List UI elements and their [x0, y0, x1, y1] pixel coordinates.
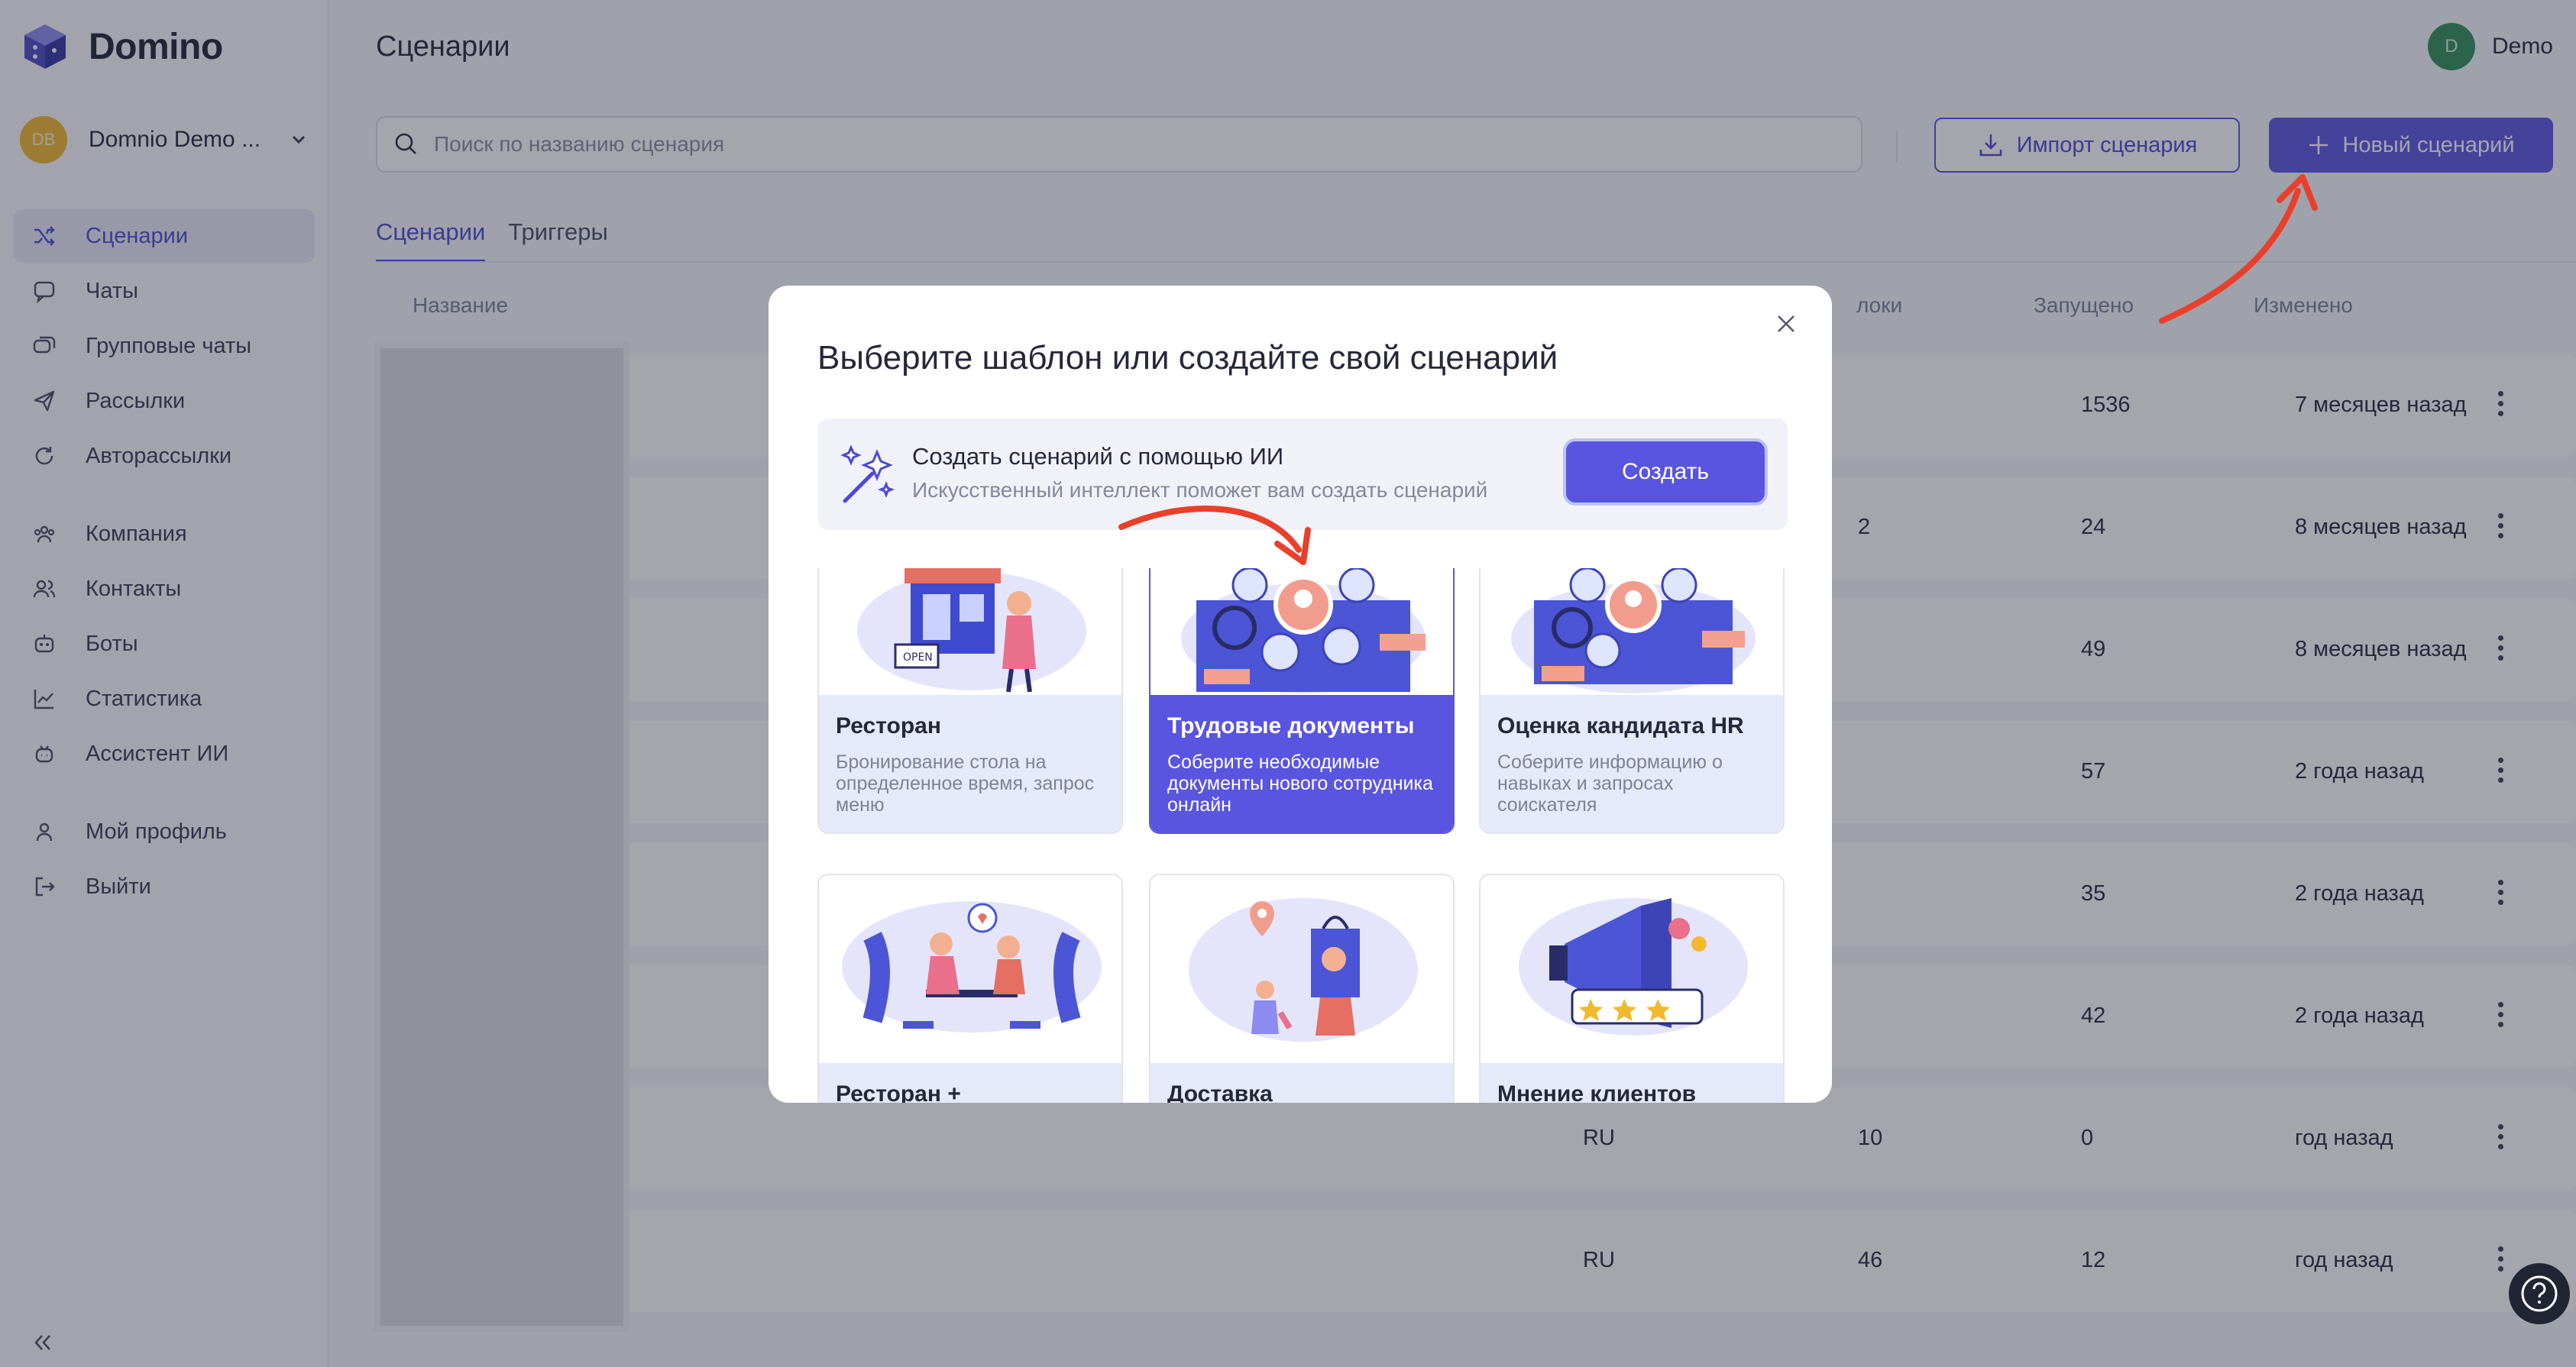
svg-text:OPEN: OPEN: [903, 651, 933, 664]
template-card-body: Трудовые документы Соберите необходимые …: [1150, 695, 1453, 832]
restaurant-illustration: OPEN: [819, 568, 1121, 695]
template-description: Соберите информацию о навыках и запросах…: [1497, 751, 1723, 816]
restaurant-plus-illustration: [819, 875, 1121, 1063]
template-grid: OPEN Ресторан Бронирование стола на опре…: [817, 568, 1788, 1103]
template-card-body: Мнение клиентов: [1481, 1063, 1783, 1103]
employment-documents-illustration: [1150, 568, 1453, 695]
template-card-delivery[interactable]: Доставка: [1149, 874, 1455, 1103]
ai-create-subtitle: Искусственный интеллект поможет вам созд…: [912, 478, 1488, 502]
template-title: Оценка кандидата HR: [1497, 713, 1744, 738]
modal-title: Выберите шаблон или создайте свой сценар…: [817, 339, 1558, 376]
template-card-body: Ресторан Бронирование стола на определен…: [819, 695, 1121, 832]
template-card-body: Оценка кандидата HR Соберите информацию …: [1481, 695, 1783, 832]
template-modal: Выберите шаблон или создайте свой сценар…: [769, 286, 1832, 1103]
template-title: Ресторан: [836, 713, 941, 738]
template-card-restaurant[interactable]: OPEN Ресторан Бронирование стола на опре…: [817, 568, 1123, 834]
help-icon: [2521, 1275, 2558, 1312]
customer-feedback-illustration: [1481, 875, 1783, 1063]
template-title: Мнение клиентов: [1497, 1081, 1697, 1103]
ai-create-title: Создать сценарий с помощью ИИ: [912, 443, 1284, 470]
template-card-employment-documents[interactable]: Трудовые документы Соберите необходимые …: [1149, 568, 1455, 834]
template-card-restaurant-plus[interactable]: Ресторан +: [817, 874, 1123, 1103]
template-title: Доставка: [1167, 1081, 1273, 1103]
magic-wand-icon: [840, 444, 895, 503]
ai-create-panel: Создать сценарий с помощью ИИ Искусствен…: [817, 419, 1788, 530]
help-button[interactable]: [2509, 1263, 2570, 1324]
template-card-body: Доставка: [1150, 1063, 1453, 1103]
close-icon[interactable]: [1771, 309, 1801, 339]
hr-candidate-illustration: [1481, 568, 1783, 695]
template-card-customer-feedback[interactable]: Мнение клиентов: [1479, 874, 1785, 1103]
template-title: Трудовые документы: [1167, 713, 1415, 738]
template-description: Бронирование стола на определенное время…: [836, 751, 1095, 816]
template-title: Ресторан +: [836, 1081, 961, 1103]
template-card-hr-candidate[interactable]: Оценка кандидата HR Соберите информацию …: [1479, 568, 1785, 834]
template-description: Соберите необходимые документы нового со…: [1167, 751, 1433, 816]
delivery-illustration: [1150, 875, 1453, 1063]
template-card-body: Ресторан +: [819, 1063, 1121, 1103]
ai-create-button[interactable]: Создать: [1566, 441, 1765, 503]
